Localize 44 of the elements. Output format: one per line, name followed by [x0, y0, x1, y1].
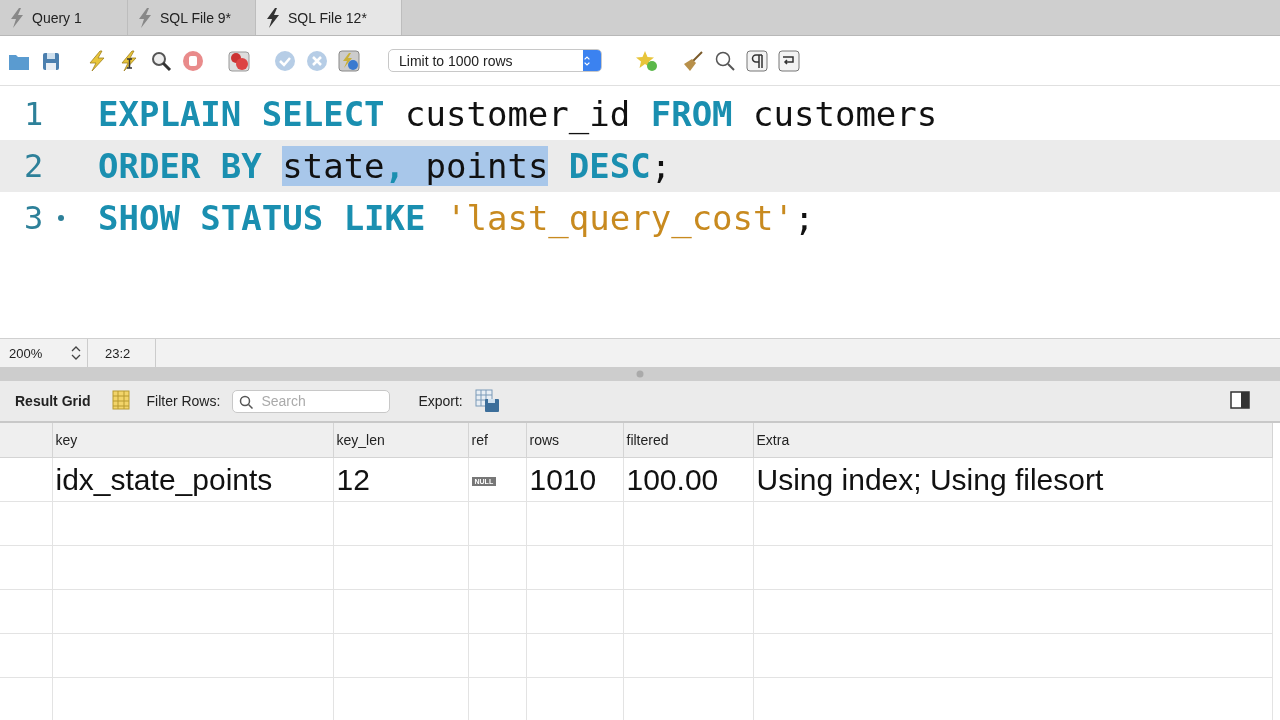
- export-label: Export:: [418, 393, 463, 409]
- sidebar-toggle-icon[interactable]: [1230, 390, 1250, 409]
- pilcrow-icon[interactable]: [746, 49, 768, 72]
- table-cell: 100.00: [623, 457, 753, 502]
- column-header[interactable]: filtered: [623, 423, 753, 458]
- table-cell: idx_state_points: [52, 457, 333, 502]
- column-header[interactable]: rows: [526, 423, 623, 458]
- panel-title: Result Grid: [15, 393, 91, 409]
- editor-tab[interactable]: Query 1: [0, 0, 128, 35]
- bolt-icon: [8, 6, 24, 29]
- updown-arrows-icon: [71, 345, 81, 361]
- column-header[interactable]: Extra: [753, 423, 1272, 458]
- export-table-icon[interactable]: [474, 389, 501, 413]
- code-line: SHOW STATUS LIKE 'last_query_cost';: [98, 198, 815, 238]
- filter-label: Filter Rows:: [146, 393, 221, 409]
- table-cell: Using index; Using filesort: [753, 457, 1272, 502]
- bolt-icon: [264, 6, 280, 29]
- column-header[interactable]: key_len: [333, 423, 468, 458]
- star-plus-icon[interactable]: [636, 49, 658, 72]
- line-number: 2: [24, 147, 45, 185]
- splitter-handle-icon[interactable]: [636, 370, 644, 378]
- bolt-icon[interactable]: [86, 49, 108, 72]
- editor-tab[interactable]: SQL File 12*: [256, 0, 402, 35]
- line-number: 3: [24, 199, 45, 237]
- bolt-cursor-icon[interactable]: [118, 49, 140, 72]
- search-icon: [239, 394, 254, 409]
- stop-hand-icon[interactable]: [182, 49, 204, 72]
- code-line: EXPLAIN SELECT customer_id FROM customers: [98, 94, 938, 134]
- magnifier-icon[interactable]: [150, 49, 172, 72]
- table-cell: 12: [333, 457, 468, 502]
- column-header[interactable]: ref: [468, 423, 526, 458]
- check-circle-icon[interactable]: [274, 49, 296, 72]
- line-number: 1: [24, 95, 45, 133]
- search-field[interactable]: Search: [232, 389, 391, 413]
- code-line: ORDER BY state, points DESC;: [98, 146, 672, 186]
- broom-icon[interactable]: [682, 49, 704, 72]
- limit-rows-dropdown[interactable]: Limit to 1000 rows: [388, 49, 602, 72]
- table-cell: 1010: [526, 457, 623, 502]
- column-header[interactable]: key: [52, 423, 333, 458]
- bolt-icon: [136, 6, 152, 29]
- wrap-icon[interactable]: [778, 49, 800, 72]
- error-stop-icon[interactable]: [228, 49, 250, 72]
- search-icon[interactable]: [714, 49, 736, 72]
- autocommit-icon[interactable]: [338, 49, 360, 72]
